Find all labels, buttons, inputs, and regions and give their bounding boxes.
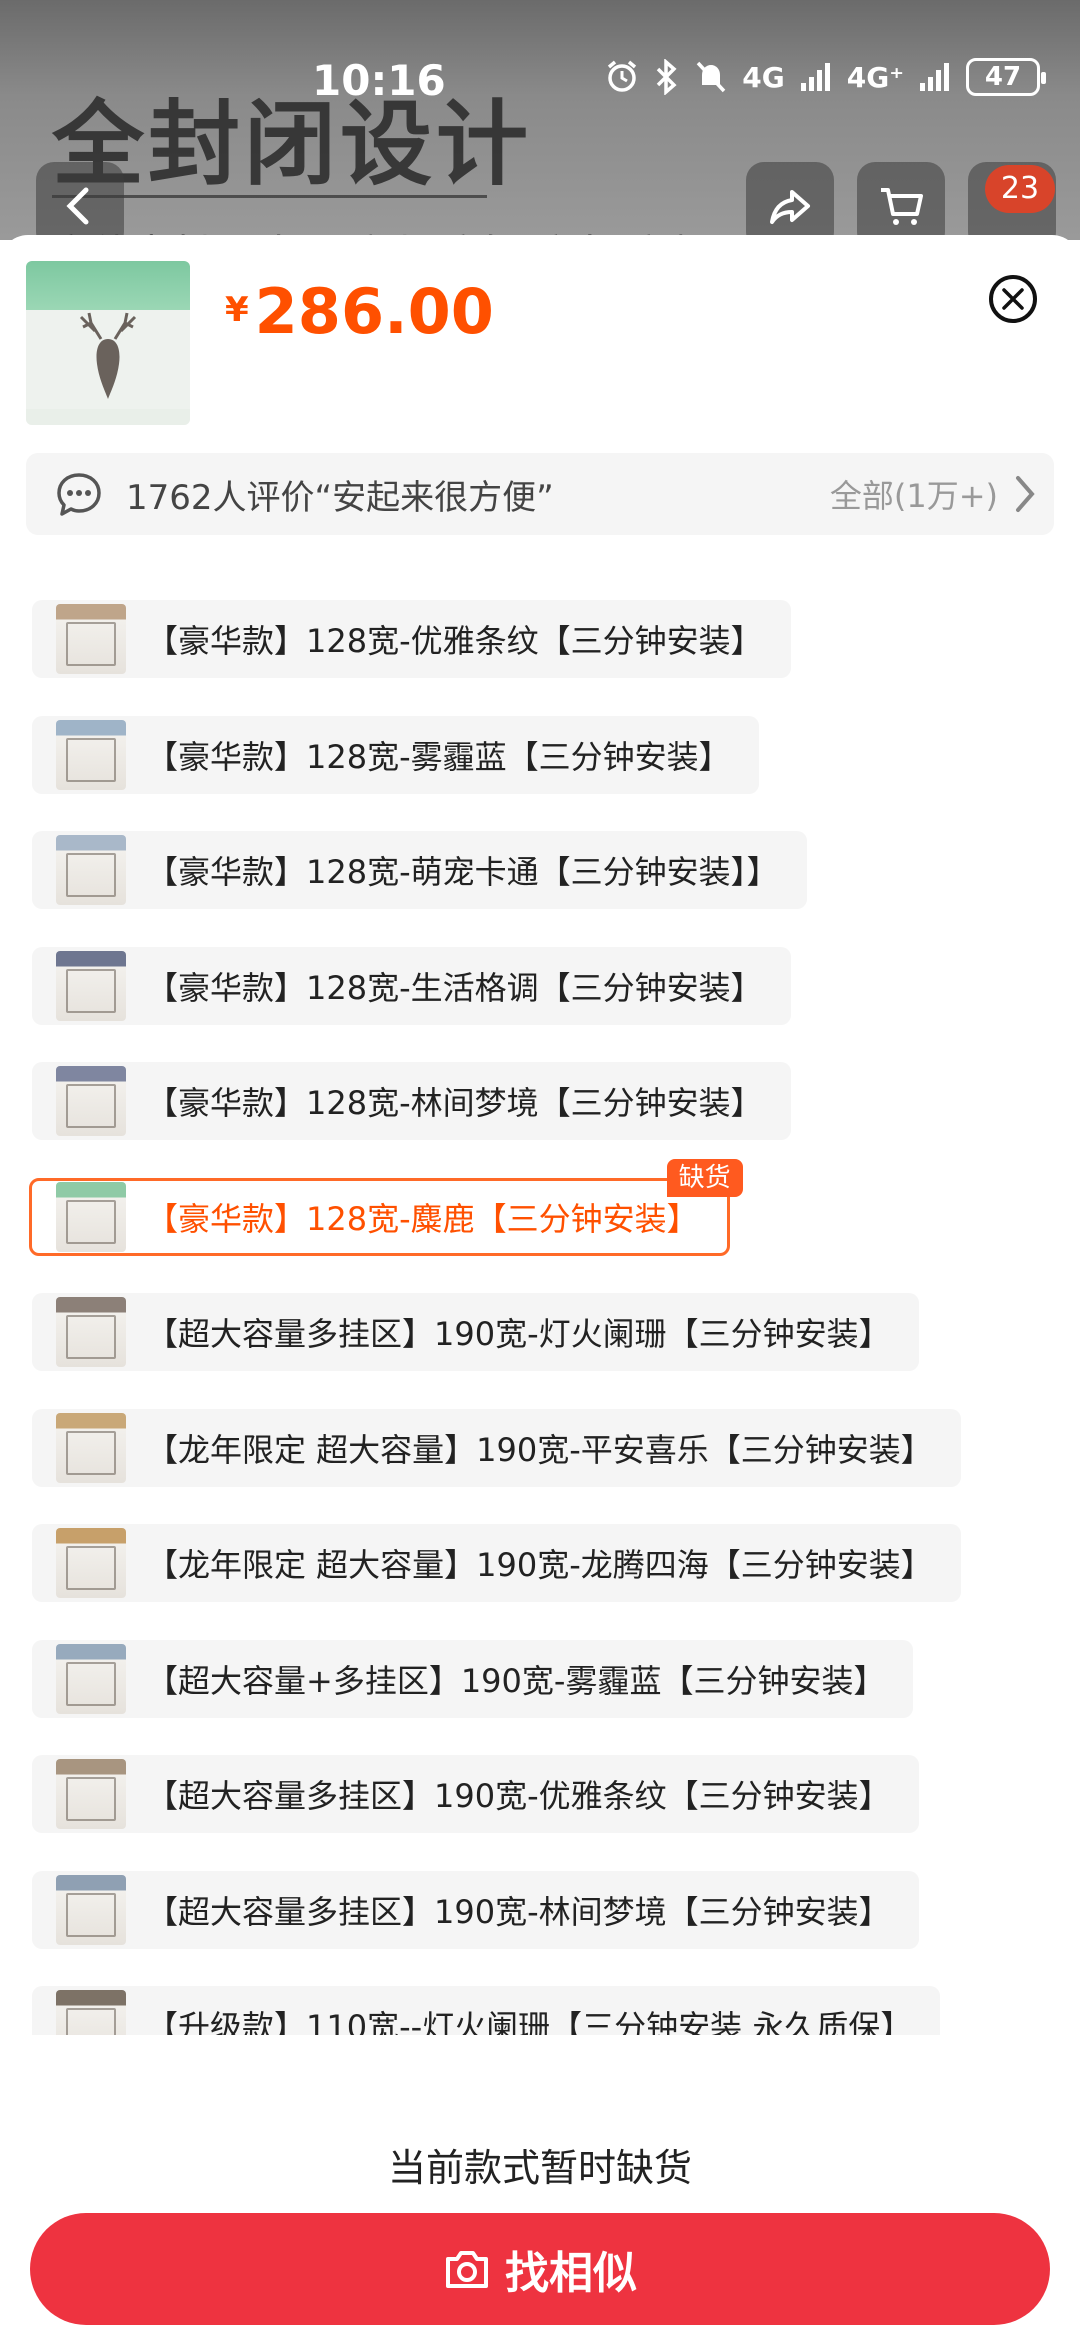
sku-option-label: 【超大容量+多挂区】190宽-雾霾蓝【三分钟安装】 [146,1662,886,1700]
review-summary-text: 1762人评价“安起来很方便” [126,477,554,518]
sku-option[interactable]: 【豪华款】128宽-生活格调【三分钟安装】 [32,947,791,1025]
price: ¥286.00 [225,275,494,348]
sku-option[interactable]: 【龙年限定 超大容量】190宽-龙腾四海【三分钟安装】 [32,1524,961,1602]
status-bar: 10:16 4G 4G⁺ 47 [0,0,1080,150]
sku-option[interactable]: 【豪华款】128宽-优雅条纹【三分钟安装】 [32,600,791,678]
cart-button[interactable] [857,162,945,240]
sku-option[interactable]: 【豪华款】128宽-林间梦境【三分钟安装】 [32,1062,791,1140]
status-icons: 4G 4G⁺ 47 [604,58,1046,96]
sku-option-list: 【豪华款】128宽-优雅条纹【三分钟安装】 【豪华款】128宽-雾霾蓝【三分钟安装… [0,600,1080,2035]
sku-selector-sheet: ¥286.00 1762人评价“安起来很方便” 全部(1万+) 【豪华款】128… [0,235,1080,2340]
sku-option-label: 【豪华款】128宽-优雅条纹【三分钟安装】 [146,622,763,660]
price-value: 286.00 [254,275,494,348]
sku-option[interactable]: 【超大容量多挂区】190宽-灯火阑珊【三分钟安装】 [32,1293,919,1371]
review-summary-bar[interactable]: 1762人评价“安起来很方便” 全部(1万+) [26,453,1054,535]
sku-option-thumbnail [56,720,126,790]
sku-option[interactable]: 【豪华款】128宽-萌宠卡通【三分钟安装】】 [32,831,807,909]
sku-option-thumbnail [56,1990,126,2035]
cart-icon [881,188,923,225]
review-all-link[interactable]: 全部(1万+) [830,471,998,517]
sku-option-thumbnail [56,1528,126,1598]
sku-option[interactable]: 【升级款】110宽--灯火阑珊【三分钟安装 永久质保】 [32,1986,941,2035]
alarm-icon [608,60,637,92]
chat-bubble-icon [57,473,101,516]
chevron-right-icon [1016,476,1035,512]
sku-option[interactable]: 【超大容量多挂区】190宽-优雅条纹【三分钟安装】 [32,1755,919,1833]
sku-option-label: 【豪华款】128宽-麋鹿【三分钟安装】 [146,1200,699,1238]
sku-option-label: 【超大容量多挂区】190宽-灯火阑珊【三分钟安装】 [146,1315,891,1353]
sku-option-label: 【豪华款】128宽-林间梦境【三分钟安装】 [146,1084,763,1122]
bluetooth-icon [657,59,677,95]
product-thumbnail[interactable] [26,261,190,425]
sku-option[interactable]: 【超大容量多挂区】190宽-林间梦境【三分钟安装】 [32,1871,919,1949]
sku-option-thumbnail [56,1297,126,1367]
thumbnail-caption-strip [26,409,190,425]
sku-option-label: 【超大容量多挂区】190宽-优雅条纹【三分钟安装】 [146,1777,891,1815]
sku-option-label: 【豪华款】128宽-雾霾蓝【三分钟安装】 [146,738,731,776]
sku-option-thumbnail [56,835,126,905]
battery-level: 47 [984,62,1022,92]
out-of-stock-badge: 缺货 [666,1159,743,1197]
sku-option-thumbnail [56,604,126,674]
sku-option-thumbnail [56,1066,126,1136]
share-button[interactable] [746,162,834,240]
mute-bell-icon [696,61,726,93]
find-similar-button[interactable]: 找相似 [30,2213,1050,2325]
back-arrow-icon [66,187,89,225]
sku-option-label: 【龙年限定 超大容量】190宽-龙腾四海【三分钟安装】 [146,1546,933,1584]
close-button[interactable] [989,275,1037,323]
sku-option[interactable]: 【超大容量+多挂区】190宽-雾霾蓝【三分钟安装】 [32,1640,914,1718]
stock-status-message: 当前款式暂时缺货 [387,2146,692,2190]
back-button[interactable] [36,162,124,240]
sku-option-thumbnail [56,1759,126,1829]
find-similar-label: 找相似 [505,2248,637,2299]
close-icon [1002,288,1024,310]
share-icon [770,190,810,224]
sku-option[interactable]: 【豪华款】128宽-麋鹿【三分钟安装】 缺货 [29,1159,743,1256]
clock: 10:16 [312,56,446,105]
currency-symbol: ¥ [225,290,249,330]
signal-bars-icon-2 [920,63,949,91]
sku-option-thumbnail [56,1644,126,1714]
bottom-action-area: 当前款式暂时缺货 找相似 [0,2115,1080,2340]
signal-label-1: 4G [742,60,785,94]
signal-label-2: 4G⁺ [846,60,904,94]
sku-option-label: 【龙年限定 超大容量】190宽-平安喜乐【三分钟安装】 [146,1431,933,1469]
sku-option-label: 【豪华款】128宽-萌宠卡通【三分钟安装】】 [146,853,779,891]
battery-indicator: 47 [966,58,1046,96]
signal-bars-icon [800,63,830,91]
sku-option[interactable]: 【龙年限定 超大容量】190宽-平安喜乐【三分钟安装】 [32,1409,961,1487]
deer-pattern-image [79,312,137,399]
camera-icon [446,2251,488,2288]
sku-option-label: 【豪华款】128宽-生活格调【三分钟安装】 [146,969,763,1007]
cart-count-badge: 23 [985,165,1055,213]
sku-option[interactable]: 【豪华款】128宽-雾霾蓝【三分钟安装】 [32,716,759,794]
sku-option-thumbnail [56,1875,126,1945]
sku-option-thumbnail [56,951,126,1021]
sku-option-label: 【超大容量多挂区】190宽-林间梦境【三分钟安装】 [146,1893,891,1931]
sku-option-thumbnail [56,1182,126,1252]
sku-option-label: 【升级款】110宽--灯火阑珊【三分钟安装 永久质保】 [146,2008,913,2035]
sku-option-thumbnail [56,1413,126,1483]
